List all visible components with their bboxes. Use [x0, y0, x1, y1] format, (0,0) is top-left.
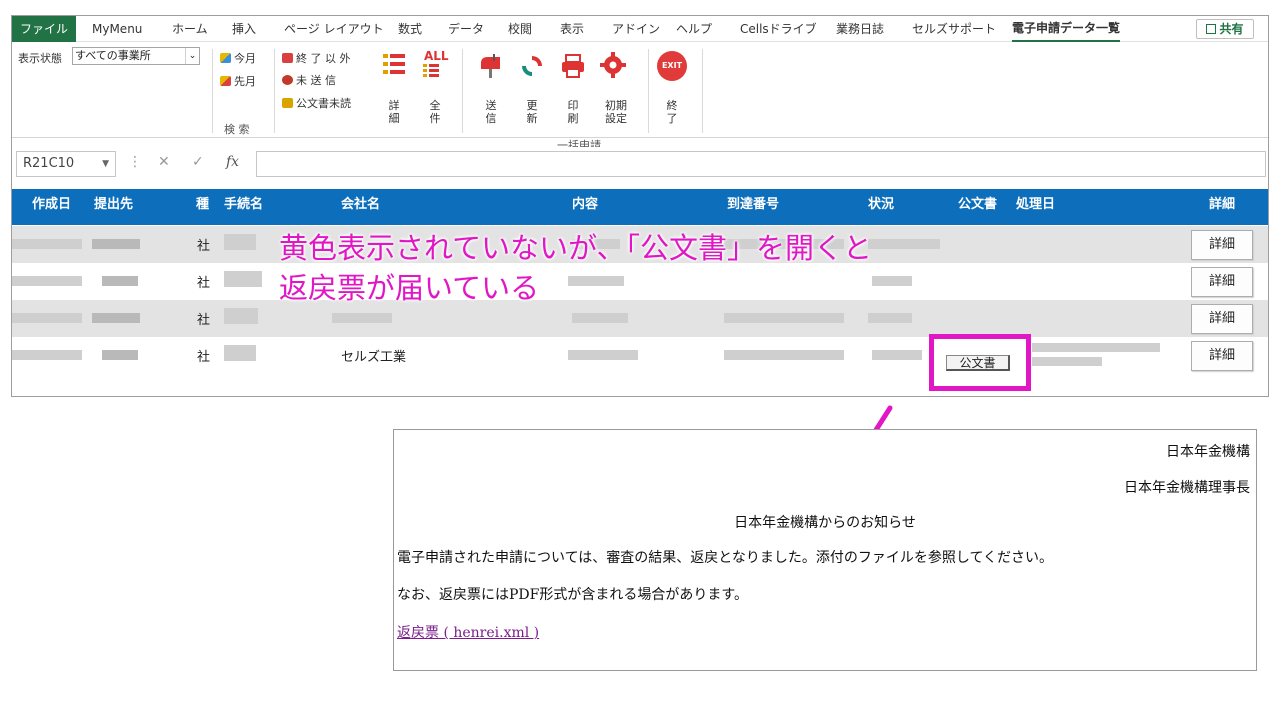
- header-type: 種: [196, 197, 210, 212]
- company-name: セルズ工業: [341, 350, 407, 365]
- divider: [462, 49, 463, 133]
- cancel-icon[interactable]: ✕: [158, 154, 170, 170]
- tab-view[interactable]: 表示: [560, 16, 584, 42]
- divider: [274, 49, 275, 133]
- header-content: 内容: [572, 197, 599, 212]
- highlight-box: [929, 334, 1031, 391]
- tab-file[interactable]: ファイル: [12, 16, 76, 42]
- header-status: 状況: [868, 197, 895, 212]
- tab-help[interactable]: ヘルプ: [676, 16, 712, 42]
- confirm-icon[interactable]: ✓: [192, 154, 204, 170]
- gear-icon: [600, 52, 626, 78]
- tab-e-application-list[interactable]: 電子申請データ一覧: [1012, 16, 1121, 42]
- list-icon: [423, 64, 439, 77]
- printer-icon: [562, 54, 584, 78]
- search-group-label: 検 索: [224, 123, 250, 136]
- detail-button[interactable]: 詳細: [1191, 267, 1253, 297]
- doc-body: 電子申請された申請については、審査の結果、返戻となりました。添付のファイルを参照…: [397, 550, 1054, 566]
- last-month-button[interactable]: 先月: [220, 73, 256, 89]
- tab-cells-drive[interactable]: Cellsドライブ: [740, 16, 817, 42]
- ribbon-tab-bar: ファイル MyMenu ホーム 挿入 ページ レイアウト 数式 データ 校閲 表…: [12, 16, 1268, 42]
- table-header: 作成日 提出先 種 手続名 会社名 内容 到達番号 状況 公文書 処理日 詳細: [12, 189, 1268, 225]
- not-sent-button[interactable]: 未 送 信: [282, 72, 336, 88]
- exit-icon: EXIT: [657, 51, 687, 81]
- detail-button[interactable]: 詳細: [1191, 304, 1253, 334]
- doc-organization: 日本年金機構: [1166, 444, 1250, 460]
- unsent-icon: [282, 75, 293, 85]
- tab-work-diary[interactable]: 業務日誌: [836, 16, 884, 42]
- excel-window: ファイル MyMenu ホーム 挿入 ページ レイアウト 数式 データ 校閲 表…: [11, 15, 1269, 397]
- header-arrival-number: 到達番号: [727, 197, 780, 212]
- mail-icon: [282, 98, 293, 108]
- this-month-button[interactable]: 今月: [220, 50, 256, 66]
- more-icon: ⋮: [128, 154, 142, 170]
- header-created-date: 作成日: [32, 197, 72, 212]
- unread-doc-button[interactable]: 公文書未読: [282, 95, 351, 111]
- share-icon: [1206, 24, 1217, 34]
- tab-review[interactable]: 校閲: [508, 16, 532, 42]
- header-destination: 提出先: [94, 197, 134, 212]
- header-procedure: 手続名: [224, 197, 264, 212]
- tab-addins[interactable]: アドイン: [612, 16, 660, 42]
- tab-home[interactable]: ホーム: [172, 16, 208, 42]
- official-document: 日本年金機構 日本年金機構理事長 日本年金機構からのお知らせ 電子申請された申請…: [393, 429, 1257, 671]
- tab-cells-support[interactable]: セルズサポート: [912, 16, 996, 42]
- tab-page-layout[interactable]: ページ レイアウト: [284, 16, 384, 42]
- divider: [212, 49, 213, 133]
- not-finished-button[interactable]: 終 了 以 外: [282, 50, 351, 66]
- detail-button[interactable]: 詳細: [1191, 230, 1253, 260]
- function-icon[interactable]: fx: [226, 154, 239, 170]
- chevron-down-icon: ▼: [102, 159, 109, 169]
- doc-title: 日本年金機構からのお知らせ: [734, 515, 916, 531]
- header-official-doc: 公文書: [958, 197, 998, 212]
- formula-bar: R21C10 ▼ ⋮ ✕ ✓ fx: [12, 147, 1268, 181]
- header-detail: 詳細: [1209, 197, 1236, 212]
- tab-mymenu[interactable]: MyMenu: [92, 16, 142, 42]
- return-slip-link[interactable]: 返戻票 ( henrei.xml ): [397, 622, 539, 642]
- header-company: 会社名: [341, 197, 381, 212]
- calendar-icon: [220, 76, 231, 86]
- share-button[interactable]: 共有: [1196, 19, 1254, 39]
- doc-director: 日本年金機構理事長: [1124, 480, 1250, 496]
- calendar-icon: [220, 53, 231, 63]
- chevron-down-icon: ⌄: [185, 48, 199, 64]
- tab-formulas[interactable]: 数式: [398, 16, 422, 42]
- divider: [648, 49, 649, 133]
- divider: [702, 49, 703, 133]
- office-select[interactable]: すべての事業所 ⌄: [72, 47, 200, 65]
- doc-note: なお、返戻票にはPDF形式が含まれる場合があります。: [397, 587, 748, 603]
- table-row[interactable]: 社 セルズ工業 公文書 詳細: [12, 337, 1268, 374]
- header-processed-date: 処理日: [1016, 197, 1056, 212]
- tab-insert[interactable]: 挿入: [232, 16, 256, 42]
- annotation-callout: 黄色表示されていないが、「公文書」を開くと 返戻票が届いている: [279, 231, 873, 305]
- tab-data[interactable]: データ: [448, 16, 484, 42]
- display-state-label: 表示状態: [18, 52, 62, 65]
- detail-button[interactable]: 詳細: [1191, 341, 1253, 371]
- folder-icon: [282, 53, 293, 63]
- ribbon-panel: 表示状態 すべての事業所 ⌄ 今月 先月 終 了 以 外 未 送 信 公文書未読 …: [12, 43, 1268, 152]
- formula-input[interactable]: [256, 151, 1266, 177]
- refresh-icon: [522, 56, 542, 76]
- name-box[interactable]: R21C10 ▼: [16, 151, 116, 177]
- list-detail-icon: [383, 54, 405, 74]
- all-icon: ALL: [424, 49, 449, 63]
- mailbox-icon: [481, 54, 500, 78]
